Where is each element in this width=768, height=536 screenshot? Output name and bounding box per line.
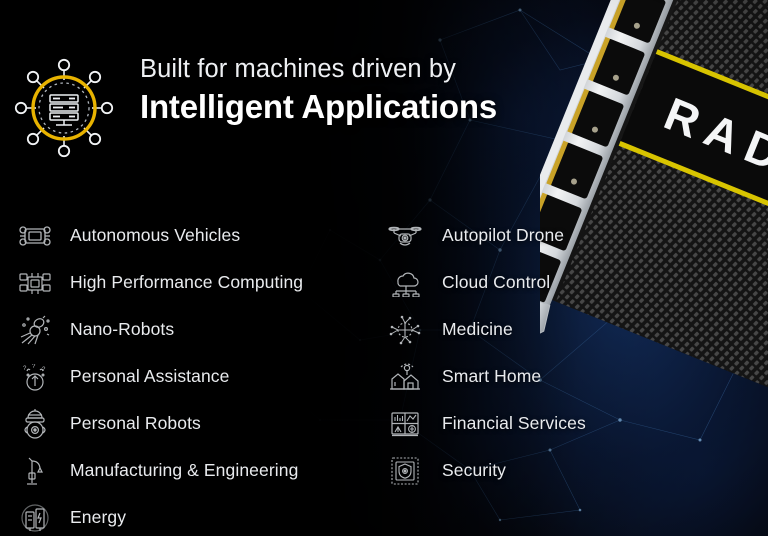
medicine-icon [386, 313, 424, 347]
applications-list-right: Autopilot Drone Cloud Control Medicine S… [386, 212, 716, 494]
headline-title: Intelligent Applications [140, 88, 497, 126]
server-network-logo-icon [14, 58, 114, 158]
personal-robot-icon [16, 407, 54, 441]
smart-home-icon [386, 360, 424, 394]
list-item[interactable]: Medicine [386, 306, 716, 353]
list-item-label: Manufacturing & Engineering [70, 460, 299, 480]
list-item[interactable]: Energy [16, 494, 366, 536]
autopilot-drone-icon [386, 219, 424, 253]
manufacturing-engineering-icon [16, 454, 54, 488]
cloud-control-icon [386, 266, 424, 300]
list-item[interactable]: Smart Home [386, 353, 716, 400]
list-item[interactable]: Cloud Control [386, 259, 716, 306]
list-item[interactable]: Autopilot Drone [386, 212, 716, 259]
energy-icon [16, 501, 54, 535]
list-item[interactable]: Manufacturing & Engineering [16, 447, 366, 494]
list-item[interactable]: Autonomous Vehicles [16, 212, 366, 259]
svg-text:?: ? [23, 366, 27, 372]
list-item-label: Financial Services [442, 413, 586, 433]
svg-text:?: ? [42, 367, 46, 373]
svg-text:?: ? [32, 364, 36, 370]
high-performance-computing-icon [16, 266, 54, 300]
slide-canvas: RADE Built for machines driven by Intell… [0, 0, 768, 536]
personal-assistance-icon: ? ? ? [16, 360, 54, 394]
list-item-label: Security [442, 460, 507, 480]
list-item-label: Medicine [442, 319, 513, 339]
financial-services-icon [386, 407, 424, 441]
list-item[interactable]: Security [386, 447, 716, 494]
autonomous-vehicle-icon [16, 219, 54, 253]
list-item[interactable]: High Performance Computing [16, 259, 366, 306]
hero-header: Built for machines driven by Intelligent… [0, 48, 600, 168]
list-item-label: Personal Robots [70, 413, 201, 433]
list-item-label: Energy [70, 507, 127, 527]
list-item[interactable]: Financial Services [386, 400, 716, 447]
list-item[interactable]: Nano-Robots [16, 306, 366, 353]
list-item-label: Cloud Control [442, 272, 551, 292]
nano-robot-icon [16, 313, 54, 347]
list-item-label: Personal Assistance [70, 366, 230, 386]
headline-subtitle: Built for machines driven by [140, 55, 457, 83]
list-item-label: Nano-Robots [70, 319, 175, 339]
list-item-label: Smart Home [442, 366, 542, 386]
list-item-label: High Performance Computing [70, 272, 304, 292]
list-item-label: Autonomous Vehicles [70, 225, 241, 245]
list-item[interactable]: ? ? ? Personal Assistance [16, 353, 366, 400]
security-icon [386, 454, 424, 488]
list-item-label: Autopilot Drone [442, 225, 565, 245]
applications-list-left: Autonomous Vehicles High Performance Com… [16, 212, 366, 536]
list-item[interactable]: Personal Robots [16, 400, 366, 447]
headline-block: Built for machines driven by Intelligent… [140, 54, 600, 127]
